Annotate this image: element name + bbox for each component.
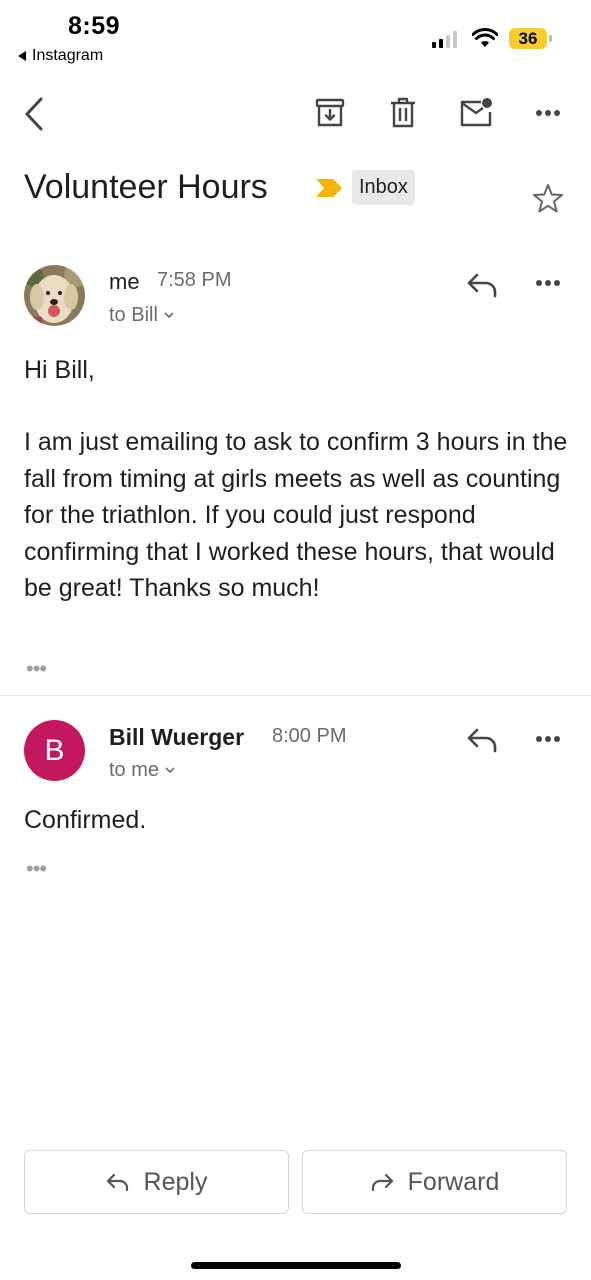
message-divider — [0, 695, 591, 696]
avatar-sender[interactable]: B — [24, 720, 85, 781]
back-arrow-icon — [18, 51, 26, 61]
back-to-app-link[interactable]: Instagram — [18, 47, 103, 65]
email-subject: Volunteer Hours — [24, 168, 268, 206]
recipient-details[interactable]: to Bill — [109, 304, 174, 327]
sender-name: Bill Wuerger — [109, 724, 245, 750]
recipient-label: to Bill — [109, 304, 158, 326]
message-body: I am just emailing to ask to confirm 3 h… — [24, 428, 568, 602]
message-body: Confirmed. — [24, 806, 147, 834]
battery-nub — [549, 35, 552, 42]
more-icon[interactable] — [535, 108, 561, 118]
message-greeting: Hi Bill, — [24, 356, 95, 384]
home-indicator[interactable] — [191, 1262, 401, 1269]
star-icon[interactable] — [532, 183, 564, 213]
cellular-signal-icon — [432, 30, 457, 48]
chevron-down-icon — [165, 767, 175, 774]
message-more-icon[interactable] — [535, 734, 561, 744]
reply-icon[interactable] — [466, 727, 498, 753]
reply-button[interactable]: Reply — [24, 1150, 289, 1214]
forward-button[interactable]: Forward — [302, 1150, 567, 1214]
back-icon[interactable] — [22, 96, 46, 132]
reply-icon[interactable] — [466, 272, 498, 298]
show-trimmed-content-button[interactable]: ••• — [26, 656, 47, 682]
recipient-label: to me — [109, 759, 160, 781]
recipient-details[interactable]: to me — [109, 759, 175, 782]
chevron-down-icon — [164, 312, 174, 319]
trash-icon[interactable] — [389, 97, 417, 129]
wifi-icon — [472, 28, 498, 48]
status-time: 8:59 — [68, 12, 121, 40]
dog-photo-icon — [24, 265, 85, 326]
forward-arrow-icon — [371, 1173, 393, 1191]
message-time: 7:58 PM — [157, 269, 232, 291]
message-more-icon[interactable] — [535, 278, 561, 288]
message-time: 8:00 PM — [272, 725, 347, 747]
archive-icon[interactable] — [315, 98, 345, 128]
forward-label: Forward — [407, 1167, 500, 1196]
inbox-label[interactable]: Inbox — [352, 170, 415, 205]
important-marker-icon[interactable] — [315, 178, 343, 198]
battery-indicator: 36 — [509, 28, 547, 49]
back-app-label: Instagram — [32, 47, 104, 64]
avatar-me[interactable] — [24, 265, 85, 326]
reply-label: Reply — [143, 1167, 208, 1196]
mark-unread-icon[interactable] — [459, 97, 495, 129]
reply-arrow-icon — [106, 1173, 128, 1191]
show-trimmed-content-button[interactable]: ••• — [26, 856, 47, 882]
sender-name: me — [109, 269, 140, 294]
